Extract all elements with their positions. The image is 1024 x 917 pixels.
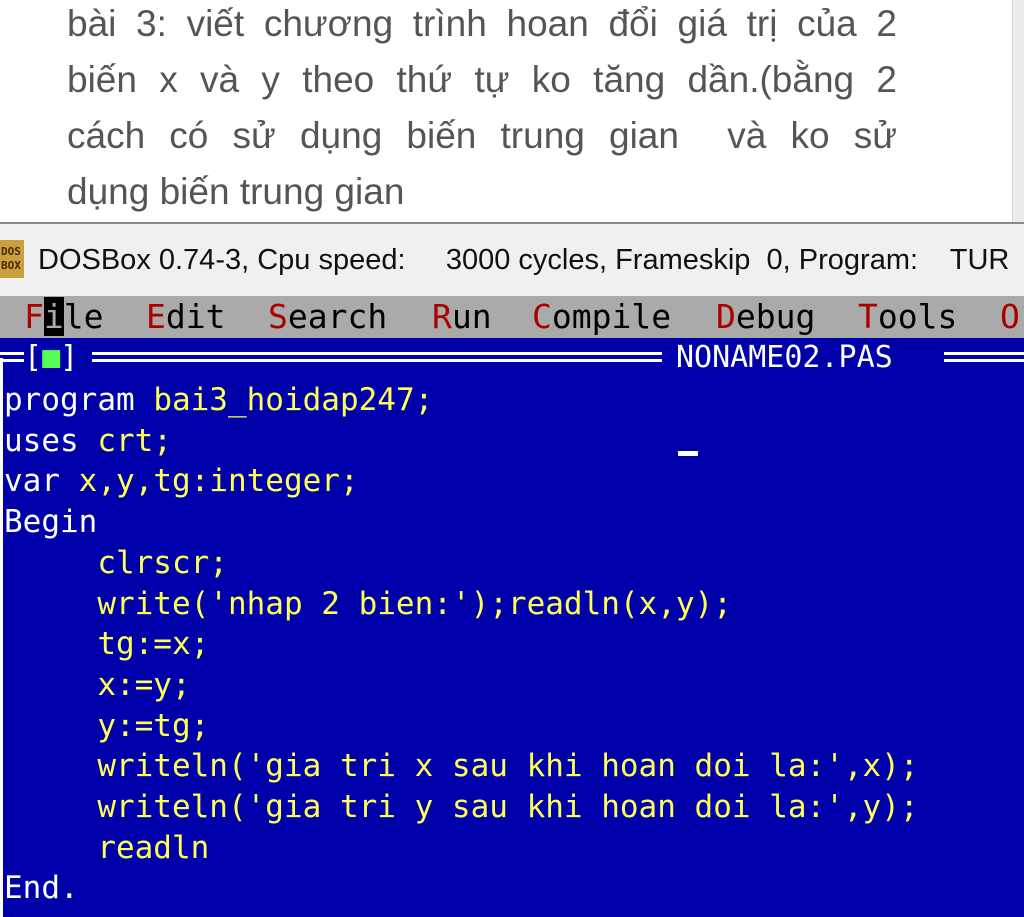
menu-options-hotkey: O [1000,297,1020,336]
menu-search[interactable]: Search [268,296,387,338]
menu-bar: File Edit Search Run Compile Debug Tools… [0,296,1024,338]
code-text: . [60,870,79,907]
menu-options[interactable]: O [1000,296,1020,338]
frame-line-right [944,352,1024,362]
question-line-2: biến x và y theo thứ tự ko tăng dần.(bằn… [67,59,897,100]
window-close-control[interactable]: [■] [24,340,78,376]
question-text-block: bài 3: viết chương trình hoan đổi giá tr… [0,0,1012,222]
editor-frame-top: [■] NONAME02.PAS [0,338,1024,378]
menu-compile[interactable]: Compile [532,296,671,338]
menu-file-label-rest: le [63,297,104,336]
question-line-3: cách có sử dụng biến trung gian và ko sử [67,115,897,156]
code-line: y:=tg; [4,706,209,746]
code-line: Begin [4,502,97,542]
code-line: var x,y,tg:integer; [4,461,359,501]
code-text: bai3_hoidap247; [134,382,434,418]
menu-run-hotkey: R [432,297,452,336]
menu-file[interactable]: File [24,296,104,338]
menu-compile-label: ompile [551,297,672,336]
text-cursor [678,451,698,456]
menu-tools[interactable]: Tools [858,296,957,338]
menu-run-label: un [451,297,492,336]
window-title: DOSBox 0.74-3, Cpu speed: 3000 cycles, F… [38,244,1010,276]
editor-window[interactable]: [■] NONAME02.PAS program bai3_hoidap247;… [0,338,1024,917]
menu-debug-hotkey: D [716,297,736,336]
close-icon: ■ [42,340,61,375]
menu-run[interactable]: Run [432,296,492,338]
code-keyword: var [4,463,60,500]
editor-filename: NONAME02.PAS [676,340,893,375]
menu-edit-hotkey: E [146,297,166,336]
dosbox-icon-text-top: DOS [1,245,21,258]
menu-tools-label: ools [877,297,958,336]
menu-search-hotkey: S [268,297,288,336]
menu-cursor: i [43,297,64,336]
menu-tools-hotkey: T [858,297,878,336]
dosbox-icon-text-bottom: BOX [1,259,21,272]
code-keyword: Begin [4,504,98,541]
menu-debug-label: ebug [735,297,816,336]
code-text: clrscr; [4,544,228,581]
code-line: x:=y; [4,665,191,705]
dosbox-title-bar[interactable]: DOS BOX DOSBox 0.74-3, Cpu speed: 3000 c… [0,222,1024,296]
code-text: x:=y; [4,666,191,703]
menu-edit-label: dit [165,297,226,336]
frame-line-middle [92,352,662,362]
code-keyword: End [4,870,60,907]
code-text: writeln('gia tri y sau khi hoan doi la:'… [4,789,919,825]
code-keyword: uses [4,422,79,459]
code-text: crt; [78,422,172,459]
code-line: writeln('gia tri x sau khi hoan doi la:'… [4,746,919,786]
question-line-4: dụng biến trung gian [67,171,405,212]
code-line: End. [4,868,79,908]
code-text: write('nhap 2 bien:');readln(x,y); [4,585,732,622]
code-keyword: program [4,382,135,418]
dosbox-icon: DOS BOX [0,240,24,278]
code-line: program bai3_hoidap247; [4,380,433,420]
code-text: y:=tg; [4,707,210,744]
menu-edit[interactable]: Edit [146,296,225,338]
code-text: x,y,tg:integer; [60,463,359,500]
code-line: write('nhap 2 bien:');readln(x,y); [4,584,732,624]
menu-search-label: earch [287,297,388,336]
code-text: tg:=x; [4,626,210,663]
code-text: writeln('gia tri x sau khi hoan doi la:'… [4,748,919,785]
menu-file-hotkey: F [24,297,44,336]
code-line: clrscr; [4,543,228,583]
page-scrollbar[interactable] [1012,0,1024,222]
menu-compile-hotkey: C [532,297,552,336]
code-line: readln [4,828,209,868]
code-text: readln [4,829,210,866]
code-line: uses crt; [4,421,172,461]
code-line: tg:=x; [4,624,209,664]
question-line-1: bài 3: viết chương trình hoan đổi giá tr… [67,3,897,44]
menu-file-label: ile [43,297,104,336]
code-line: writeln('gia tri y sau khi hoan doi la:'… [4,787,919,827]
menu-debug[interactable]: Debug [716,296,815,338]
